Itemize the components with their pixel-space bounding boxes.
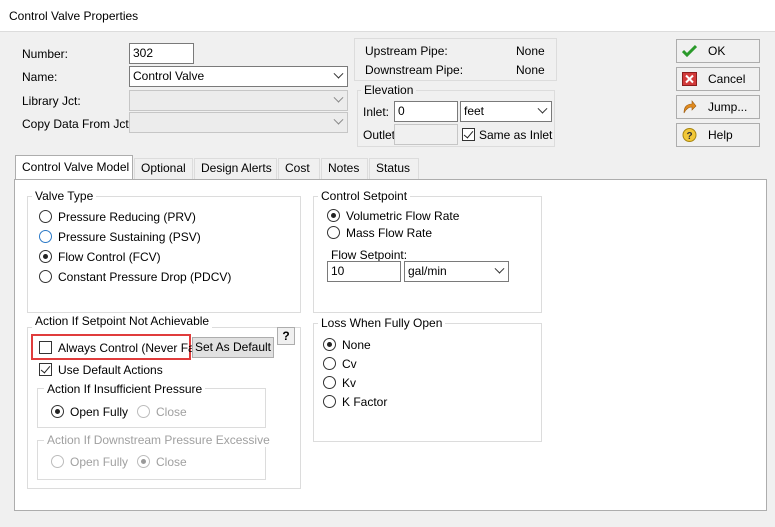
loss-open-title: Loss When Fully Open	[318, 316, 446, 330]
insufficient-close-label: Close	[156, 405, 187, 419]
chevron-down-icon	[537, 103, 548, 114]
upstream-pipe-value: None	[516, 44, 545, 58]
tab-control-valve-model[interactable]: Control Valve Model	[15, 155, 133, 180]
chevron-down-icon	[333, 114, 344, 125]
radio-insufficient-close[interactable]	[137, 405, 150, 418]
excessive-open-fully-label: Open Fully	[70, 455, 129, 469]
radio-excessive-close[interactable]	[137, 455, 150, 468]
chevron-down-icon	[333, 68, 344, 79]
name-label: Name:	[22, 70, 58, 84]
action-setpoint-title: Action If Setpoint Not Achievable	[32, 314, 213, 328]
tab-label: Optional	[141, 161, 186, 175]
radio-insufficient-open-fully[interactable]	[51, 405, 64, 418]
window-title: Control Valve Properties	[9, 9, 139, 23]
insufficient-pressure-title: Action If Insufficient Pressure	[44, 382, 206, 396]
tab-notes[interactable]: Notes	[321, 158, 368, 179]
tab-status[interactable]: Status	[369, 158, 419, 179]
pdcv-label: Constant Pressure Drop (PDCV)	[58, 270, 232, 284]
tab-optional[interactable]: Optional	[134, 158, 193, 179]
copy-data-select[interactable]	[129, 112, 348, 133]
control-setpoint-title: Control Setpoint	[318, 189, 411, 203]
loss-k-factor-label: K Factor	[342, 395, 388, 409]
insufficient-open-fully-label: Open Fully	[70, 405, 129, 419]
radio-loss-none[interactable]	[323, 338, 336, 351]
use-default-actions-checkbox[interactable]	[39, 363, 52, 376]
number-label: Number:	[22, 47, 69, 61]
tab-label: Notes	[328, 161, 360, 175]
title-bar: Control Valve Properties	[0, 0, 775, 32]
flow-unit-value: gal/min	[408, 264, 447, 278]
radio-loss-cv[interactable]	[323, 357, 336, 370]
prv-label: Pressure Reducing (PRV)	[58, 210, 196, 224]
name-value: Control Valve	[133, 69, 205, 83]
jump-button[interactable]: Jump...	[676, 95, 760, 119]
tab-design-alerts[interactable]: Design Alerts	[194, 158, 277, 179]
ok-label: OK	[708, 44, 726, 58]
cancel-label: Cancel	[708, 72, 746, 86]
chevron-down-icon	[494, 263, 505, 274]
flow-setpoint-label: Flow Setpoint:	[331, 248, 408, 262]
tab-label: Cost	[285, 161, 310, 175]
radio-loss-kv[interactable]	[323, 376, 336, 389]
elevation-unit-value: feet	[464, 104, 485, 118]
action-help-button[interactable]: ?	[277, 327, 295, 345]
radio-mass-flow[interactable]	[327, 226, 340, 239]
outlet-input[interactable]	[394, 124, 458, 145]
radio-volumetric-flow[interactable]	[327, 209, 340, 222]
fcv-label: Flow Control (FCV)	[58, 250, 161, 264]
loss-none-label: None	[342, 338, 371, 352]
use-default-actions-label: Use Default Actions	[58, 363, 163, 377]
downstream-pipe-label: Downstream Pipe:	[365, 63, 464, 77]
tab-label: Design Alerts	[201, 161, 272, 175]
cancel-button[interactable]: Cancel	[676, 67, 760, 91]
tab-label: Status	[376, 161, 411, 175]
upstream-pipe-label: Upstream Pipe:	[365, 44, 448, 58]
elevation-title: Elevation	[361, 83, 417, 97]
loss-kv-label: Kv	[342, 376, 357, 390]
chevron-down-icon	[333, 92, 344, 103]
same-as-inlet-label: Same as Inlet	[479, 128, 553, 142]
help-icon: ?	[682, 128, 697, 142]
svg-text:?: ?	[686, 131, 692, 142]
excessive-close-label: Close	[156, 455, 187, 469]
checkmark-icon	[682, 44, 697, 58]
inlet-input[interactable]: 0	[394, 101, 458, 122]
always-control-checkbox[interactable]	[39, 341, 52, 354]
same-as-inlet-checkbox[interactable]	[462, 128, 475, 141]
jump-label: Jump...	[708, 100, 748, 114]
help-label: Help	[708, 128, 733, 142]
valve-type-title: Valve Type	[32, 189, 97, 203]
elevation-unit-select[interactable]: feet	[460, 101, 552, 122]
set-as-default-button[interactable]: Set As Default	[192, 337, 274, 358]
inlet-label: Inlet:	[363, 105, 390, 119]
psv-label: Pressure Sustaining (PSV)	[58, 230, 201, 244]
always-control-label: Always Control (Never Fail)	[58, 341, 205, 355]
help-button[interactable]: ? Help	[676, 123, 760, 147]
radio-excessive-open-fully[interactable]	[51, 455, 64, 468]
library-jct-label: Library Jct:	[22, 94, 81, 108]
excessive-pressure-title: Action If Downstream Pressure Excessive	[44, 433, 273, 447]
radio-fcv[interactable]	[39, 250, 52, 263]
flow-unit-select[interactable]: gal/min	[404, 261, 509, 282]
ok-button[interactable]: OK	[676, 39, 760, 63]
loss-cv-label: Cv	[342, 357, 357, 371]
radio-pdcv[interactable]	[39, 270, 52, 283]
library-jct-select[interactable]	[129, 90, 348, 111]
cancel-icon	[682, 72, 697, 86]
radio-prv[interactable]	[39, 210, 52, 223]
jump-arrow-icon	[683, 100, 697, 114]
number-input[interactable]: 302	[129, 43, 194, 64]
downstream-pipe-value: None	[516, 63, 545, 77]
mass-flow-label: Mass Flow Rate	[346, 226, 433, 240]
radio-psv[interactable]	[39, 230, 52, 243]
tab-cost[interactable]: Cost	[278, 158, 320, 179]
name-select[interactable]: Control Valve	[129, 66, 348, 87]
radio-loss-k-factor[interactable]	[323, 395, 336, 408]
tab-label: Control Valve Model	[22, 160, 130, 174]
volumetric-flow-label: Volumetric Flow Rate	[346, 209, 460, 223]
flow-setpoint-input[interactable]: 10	[327, 261, 401, 282]
copy-data-label: Copy Data From Jct...	[22, 117, 139, 131]
